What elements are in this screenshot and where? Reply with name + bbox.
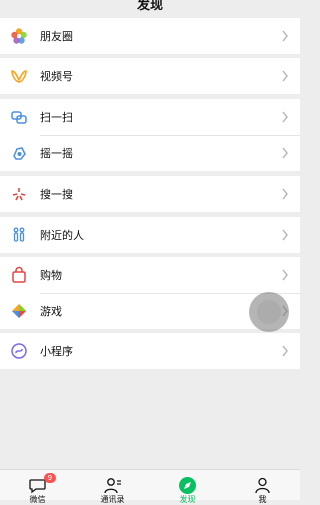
menu-item-moments[interactable]: 朋友圈 (0, 18, 300, 54)
unread-badge: 9 (44, 473, 56, 483)
contacts-icon (104, 478, 121, 494)
moments-icon (11, 28, 27, 44)
menu-item-label: 朋友圈 (40, 30, 73, 43)
search-icon (12, 188, 26, 201)
menu-group-moments: 朋友圈 (0, 18, 300, 54)
menu-item-label: 摇一摇 (40, 147, 73, 160)
nearby-icon (13, 227, 25, 242)
menu-group-search: 搜一搜 (0, 176, 300, 212)
menu-item-shopping[interactable]: 购物 (0, 257, 300, 293)
bottom-tab-bar: 9 微信 通讯录 发现 我 (0, 469, 300, 504)
menu-group-nearby: 附近的人 (0, 217, 300, 253)
me-icon (255, 477, 270, 494)
scan-icon (11, 111, 27, 124)
chevron-right-icon (282, 345, 288, 357)
chevron-right-icon (282, 30, 288, 42)
menu-group-scan-shake: 扫一扫 摇一摇 (0, 99, 300, 171)
channels-icon (11, 70, 27, 83)
menu-item-label: 视频号 (40, 70, 73, 83)
menu-item-label: 附近的人 (40, 229, 84, 242)
header: 发现 (0, 0, 300, 14)
menu-group-mini-programs: 小程序 (0, 333, 300, 369)
touch-indicator-core (257, 300, 281, 324)
chevron-right-icon (282, 147, 288, 159)
touch-indicator (249, 292, 289, 332)
chevron-right-icon (282, 269, 288, 281)
menu-item-search[interactable]: 搜一搜 (0, 176, 300, 212)
chevron-right-icon (282, 111, 288, 123)
page-title: 发现 (136, 0, 163, 13)
menu-item-channels[interactable]: 视频号 (0, 58, 300, 94)
menu-item-label: 搜一搜 (40, 188, 73, 201)
chevron-right-icon (282, 188, 288, 200)
menu-item-mini-programs[interactable]: 小程序 (0, 333, 300, 369)
discover-icon (179, 477, 196, 494)
games-icon (12, 304, 26, 318)
shake-icon (13, 147, 26, 160)
tab-me[interactable]: 我 (225, 470, 300, 504)
menu-item-label: 小程序 (40, 345, 73, 358)
shopping-bag-icon (12, 266, 26, 283)
menu-item-shake[interactable]: 摇一摇 (0, 135, 300, 171)
menu-item-label: 购物 (40, 269, 62, 282)
menu-item-label: 扫一扫 (40, 111, 73, 124)
mini-programs-icon (11, 343, 27, 359)
tab-chats[interactable]: 9 微信 (0, 470, 75, 504)
chevron-right-icon (282, 229, 288, 241)
menu-item-nearby[interactable]: 附近的人 (0, 217, 300, 253)
tab-contacts[interactable]: 通讯录 (75, 470, 150, 504)
chevron-right-icon (282, 70, 288, 82)
menu-group-channels: 视频号 (0, 58, 300, 94)
menu-item-scan[interactable]: 扫一扫 (0, 99, 300, 135)
menu-item-label: 游戏 (40, 305, 62, 318)
tab-discover[interactable]: 发现 (150, 470, 225, 504)
